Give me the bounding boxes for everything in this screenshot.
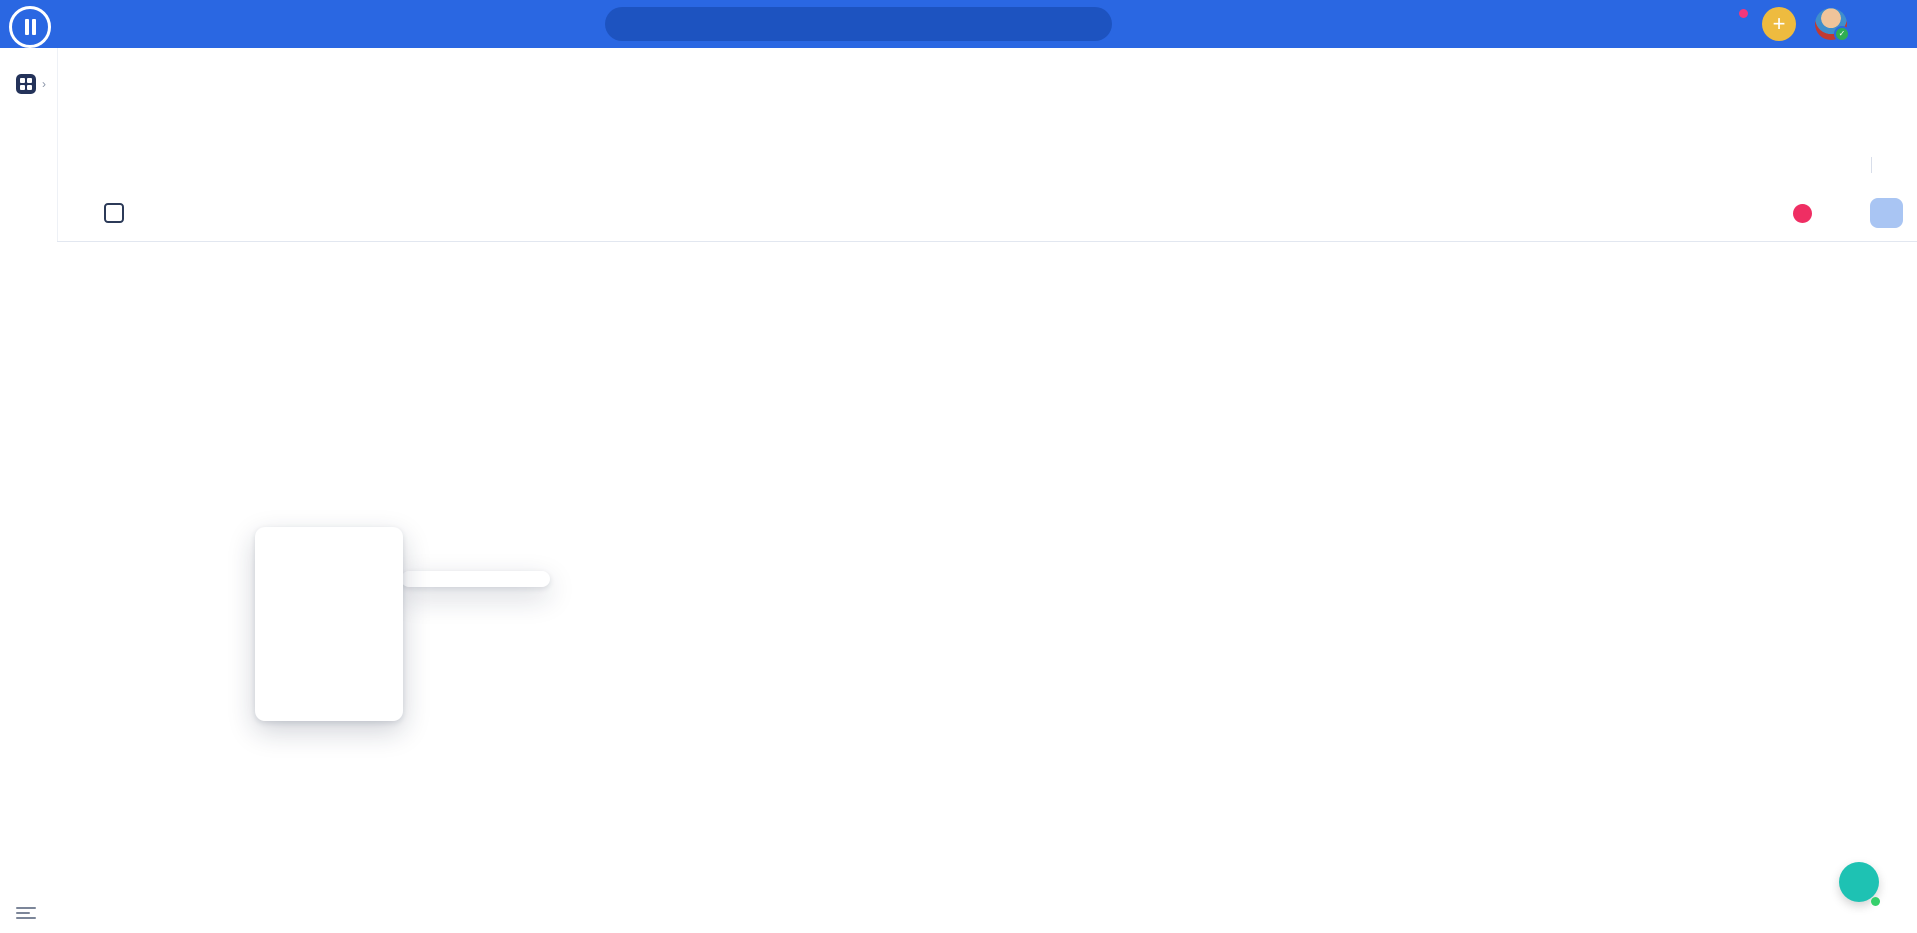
chat-status-dot <box>1871 897 1880 906</box>
help-button[interactable] <box>1727 13 1743 35</box>
avatar[interactable]: ✓ <box>1815 8 1847 40</box>
user-icon[interactable] <box>1563 13 1585 35</box>
gantt-header-bar <box>78 148 1903 182</box>
select-dashboard-button[interactable] <box>78 0 88 48</box>
color-palette-submenu <box>401 571 550 587</box>
disable-notifications-checkbox[interactable] <box>104 203 124 223</box>
calendar-icon[interactable] <box>1686 13 1708 35</box>
flag-icon[interactable] <box>1645 13 1667 35</box>
global-search[interactable] <box>605 7 1112 41</box>
online-badge-icon: ✓ <box>1834 26 1850 42</box>
app-window: + ✓ › <box>0 0 1917 933</box>
left-rail: › <box>0 48 58 933</box>
apps-grid-icon[interactable] <box>1885 13 1907 35</box>
breadcrumb <box>1896 70 1901 85</box>
ai-assistant-icon[interactable] <box>1522 13 1544 35</box>
add-button[interactable]: + <box>1762 7 1796 41</box>
divider <box>1871 157 1872 173</box>
rail-menu-icon[interactable] <box>16 904 36 920</box>
gantt-toolbar <box>78 196 1903 230</box>
topbar-actions: + ✓ <box>1522 0 1907 48</box>
toolbar-right <box>1786 198 1903 228</box>
chat-bubble-button[interactable] <box>1839 862 1879 902</box>
gantt-header-right <box>1852 157 1903 173</box>
problems-badge[interactable] <box>1793 204 1812 223</box>
top-bar: + ✓ <box>0 0 1917 48</box>
tasks-icon[interactable] <box>1604 13 1626 35</box>
save-button[interactable] <box>1870 198 1903 228</box>
app-logo-icon[interactable] <box>9 6 51 48</box>
problems-indicator <box>1786 204 1812 223</box>
rail-expand-icon[interactable]: › <box>42 77 46 91</box>
context-menu <box>255 527 403 721</box>
notification-dot <box>1739 9 1748 18</box>
sidebar-toggle-icon[interactable] <box>16 74 36 94</box>
